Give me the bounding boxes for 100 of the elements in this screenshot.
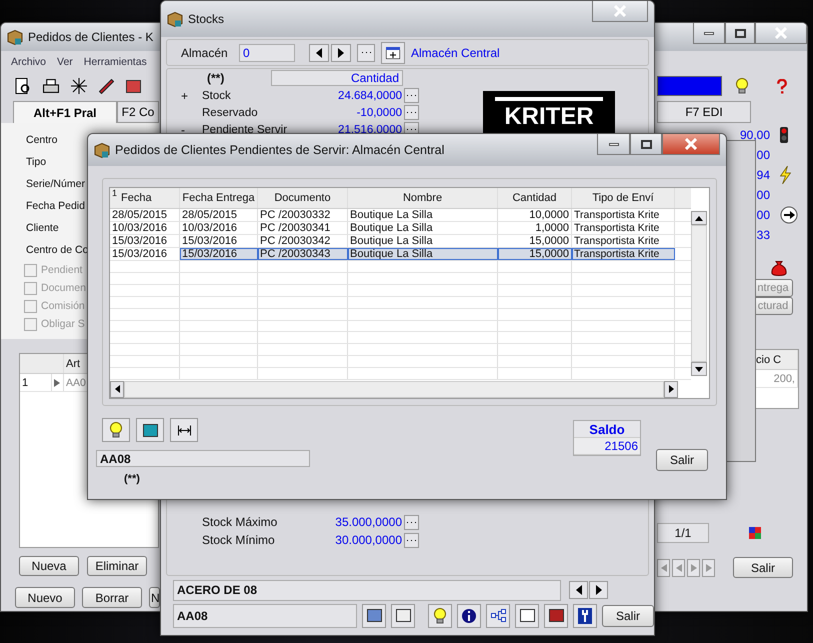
- warehouse-code-field[interactable]: 0: [239, 44, 295, 62]
- maximize-button[interactable]: [630, 134, 662, 155]
- tips-button[interactable]: [102, 418, 130, 442]
- stock-value: 21.516,0000: [337, 124, 402, 136]
- table-row[interactable]: 15/03/2016 15/03/2016 PC /20030343 Boutique La Silla 15,0000 Transportista Krite: [110, 248, 692, 261]
- table-cell: PC /20030332: [258, 208, 348, 221]
- money-bag-icon[interactable]: [771, 260, 787, 276]
- code-field: AA08: [173, 604, 357, 628]
- tree-button[interactable]: [391, 604, 415, 628]
- close-button[interactable]: [592, 1, 648, 22]
- maximize-button[interactable]: [725, 23, 755, 44]
- menu-item[interactable]: Herramientas: [84, 56, 147, 68]
- exit-button[interactable]: Salir: [656, 449, 708, 471]
- minimize-icon: [704, 32, 714, 34]
- action-button[interactable]: N: [149, 587, 160, 608]
- crosshair-icon[interactable]: [71, 78, 87, 94]
- checkbox[interactable]: [24, 300, 37, 312]
- window-title: Stocks: [188, 12, 224, 26]
- box-icon: [167, 12, 183, 26]
- sign-text: +: [181, 88, 190, 102]
- menu-item[interactable]: Archivo: [11, 56, 46, 68]
- checkbox-label: Comisión: [41, 300, 85, 312]
- action-button[interactable]: Nuevo: [15, 587, 75, 608]
- right-arrow-icon: [594, 584, 602, 596]
- action-button[interactable]: Nueva: [19, 556, 79, 576]
- minimize-button[interactable]: [597, 134, 630, 155]
- tab[interactable]: F2 Co: [117, 101, 159, 123]
- column-header[interactable]: Cantidad: [512, 192, 557, 204]
- arrow-right-icon[interactable]: [780, 206, 798, 224]
- lightbulb-icon: [434, 608, 446, 624]
- column-header[interactable]: Fecha Entrega: [182, 192, 255, 204]
- tab[interactable]: Alt+F1 Pral: [13, 101, 117, 123]
- field-label: Tipo: [26, 156, 46, 168]
- column-header[interactable]: Documento: [274, 192, 331, 204]
- close-button[interactable]: [662, 134, 720, 155]
- pen-icon[interactable]: [99, 78, 114, 94]
- close-icon: [685, 138, 697, 150]
- checkbox[interactable]: [24, 264, 37, 276]
- network-button[interactable]: [486, 604, 510, 628]
- value-text: 33: [756, 228, 770, 242]
- traffic-light-icon[interactable]: [780, 127, 788, 143]
- column-header[interactable]: Tipo de Enví: [592, 192, 654, 204]
- printer-icon[interactable]: [43, 79, 59, 93]
- stock-value: -10,0000: [356, 106, 402, 118]
- flag-icon[interactable]: [749, 527, 761, 539]
- scroll-left-button[interactable]: [110, 380, 124, 398]
- minimize-icon: [608, 142, 618, 146]
- toolbox-button[interactable]: [544, 604, 568, 628]
- field-label: Fecha Pedid: [26, 200, 85, 212]
- stock-value: 35.000,0000: [334, 515, 402, 529]
- checkbox[interactable]: [24, 318, 37, 330]
- previous-button[interactable]: [309, 44, 329, 62]
- exit-button[interactable]: Salir: [733, 557, 793, 578]
- scroll-right-button[interactable]: [664, 380, 678, 398]
- next-button[interactable]: [331, 44, 351, 62]
- stock-label: Stock Máximo: [202, 515, 278, 529]
- document-search-icon[interactable]: [15, 78, 31, 94]
- scroll-up-button[interactable]: [691, 211, 708, 225]
- help-icon[interactable]: [776, 78, 788, 94]
- previous-button[interactable]: [569, 581, 588, 599]
- value-text: 00: [756, 148, 770, 162]
- checkbox[interactable]: [24, 282, 37, 294]
- pager-button[interactable]: [657, 558, 670, 576]
- marker-text: (**): [207, 71, 226, 85]
- action-button[interactable]: Eliminar: [87, 556, 147, 576]
- exit-button[interactable]: Salir: [602, 604, 654, 626]
- info-button[interactable]: [457, 604, 481, 628]
- table-row[interactable]: 28/05/2015 28/05/2015 PC /20030332 Boutique La Silla 10,0000 Transportista Krite: [110, 208, 692, 222]
- balance-label: Saldo: [574, 421, 640, 438]
- status-bar: [657, 76, 722, 96]
- calendar-button[interactable]: [381, 42, 405, 64]
- previous-icon: [660, 564, 666, 572]
- table-cell: 1,0000: [498, 222, 572, 234]
- column-header[interactable]: Nombre: [402, 192, 442, 204]
- report-button[interactable]: [136, 418, 164, 442]
- checkbox-label: Pendient: [41, 264, 82, 276]
- wrench-button[interactable]: [573, 604, 597, 628]
- list-button[interactable]: [515, 604, 539, 628]
- column-header[interactable]: Fecha: [121, 192, 152, 204]
- tab[interactable]: F7 EDI: [657, 101, 751, 123]
- table-cell: PC /20030341: [258, 222, 348, 234]
- minimize-button[interactable]: [693, 23, 725, 44]
- previous-icon: [676, 564, 682, 572]
- scroll-down-button[interactable]: [691, 362, 708, 376]
- lightning-icon[interactable]: [780, 166, 791, 184]
- action-button[interactable]: Borrar: [82, 587, 142, 608]
- table-row[interactable]: 10/03/2016 10/03/2016 PC /20030341 Boutique La Silla 1,0000 Transportista Krite: [110, 222, 692, 235]
- menu-item[interactable]: Ver: [57, 56, 73, 68]
- next-button[interactable]: [589, 581, 608, 599]
- close-button[interactable]: [755, 23, 807, 44]
- column-header: Art: [66, 358, 80, 370]
- calendar-icon: [386, 46, 400, 58]
- tips-button[interactable]: [428, 604, 452, 628]
- table-cell: 15,0000: [498, 248, 572, 260]
- fit-columns-button[interactable]: [170, 418, 198, 442]
- horizontal-scrollbar[interactable]: [124, 380, 664, 398]
- field-label: Serie/Númer: [26, 178, 85, 190]
- vertical-scrollbar[interactable]: [691, 225, 708, 362]
- colors-button[interactable]: [362, 604, 386, 628]
- code-field: AA08: [96, 450, 310, 467]
